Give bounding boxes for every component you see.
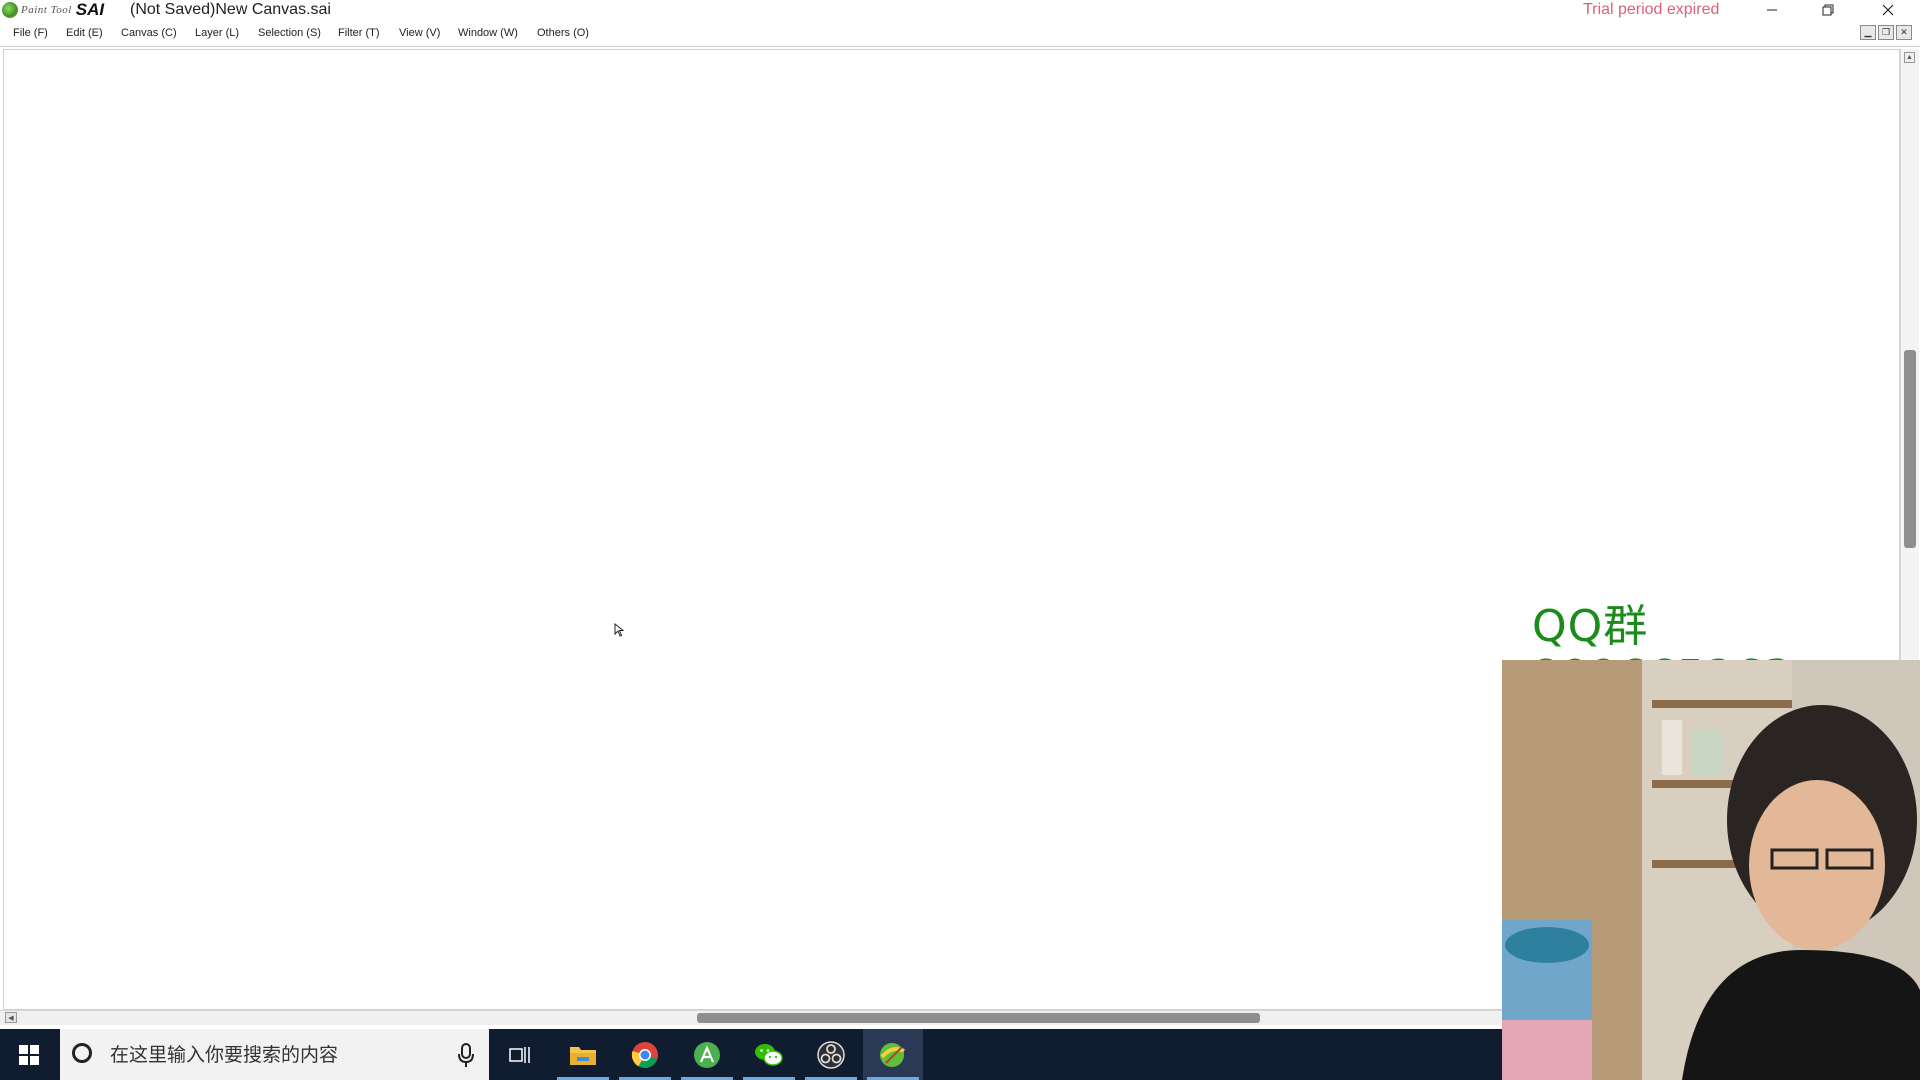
menu-others[interactable]: Others (O) <box>537 26 589 40</box>
mouse-cursor-icon <box>614 623 624 637</box>
windows-logo-icon <box>19 1044 39 1065</box>
taskbar-chrome[interactable] <box>615 1029 675 1080</box>
taskbar-file-explorer[interactable] <box>553 1029 613 1080</box>
close-icon <box>1882 4 1894 16</box>
taskbar-search-box[interactable]: 在这里输入你要搜索的内容 <box>60 1029 489 1080</box>
scroll-left-button[interactable]: ◀ <box>5 1012 17 1023</box>
menu-window[interactable]: Window (W) <box>458 26 518 40</box>
taskbar-app-store[interactable] <box>677 1029 737 1080</box>
search-placeholder: 在这里输入你要搜索的内容 <box>110 1044 339 1066</box>
wechat-icon <box>755 1043 783 1066</box>
cortana-icon <box>72 1043 92 1063</box>
vertical-scroll-thumb[interactable] <box>1904 349 1916 548</box>
menu-file[interactable]: File (F) <box>13 26 48 40</box>
logo-big-text: SAI <box>75 0 105 19</box>
minimize-icon <box>1767 9 1777 11</box>
taskbar: 在这里输入你要搜索的内容 <box>0 1029 1502 1080</box>
restore-icon <box>1822 4 1834 16</box>
obs-icon <box>817 1040 845 1069</box>
scroll-up-button[interactable]: ▲ <box>1904 52 1915 63</box>
app-logo: Paint Tool SAI <box>2 0 105 19</box>
logo-small-text: Paint Tool <box>21 4 72 16</box>
taskbar-wechat[interactable] <box>739 1029 799 1080</box>
arrow-up-icon: ▲ <box>1906 54 1913 61</box>
paint-tool-sai-icon <box>880 1042 905 1067</box>
horizontal-scroll-thumb[interactable] <box>697 1013 1261 1023</box>
menu-edit[interactable]: Edit (E) <box>66 26 103 40</box>
mdi-controls: ▁ ❐ ✕ <box>1860 25 1912 40</box>
mdi-close-icon: ✕ <box>1900 27 1908 37</box>
mdi-restore-button[interactable]: ❐ <box>1878 25 1894 40</box>
menu-filter[interactable]: Filter (T) <box>338 26 380 40</box>
webcam-image <box>1502 660 1920 1080</box>
task-view-icon <box>509 1046 530 1063</box>
trial-status-text: Trial period expired <box>1583 1 1720 18</box>
mdi-minimize-icon: ▁ <box>1864 27 1872 37</box>
menu-canvas[interactable]: Canvas (C) <box>121 26 177 40</box>
close-button[interactable] <box>1860 0 1916 20</box>
window-title: (Not Saved)New Canvas.sai <box>130 1 331 18</box>
chrome-icon <box>631 1041 658 1068</box>
task-view-button[interactable] <box>490 1029 550 1080</box>
menu-view[interactable]: View (V) <box>399 26 440 40</box>
menu-bar: File (F) Edit (E) Canvas (C) Layer (L) S… <box>0 22 1920 47</box>
app-store-icon <box>694 1041 720 1068</box>
restore-button[interactable] <box>1800 0 1856 20</box>
webcam-overlay <box>1502 660 1920 1080</box>
arrow-left-icon: ◀ <box>8 1014 14 1022</box>
taskbar-obs[interactable] <box>801 1029 861 1080</box>
mdi-close-button[interactable]: ✕ <box>1896 25 1912 40</box>
file-explorer-icon <box>570 1046 596 1065</box>
menu-layer[interactable]: Layer (L) <box>195 26 239 40</box>
microphone-icon[interactable] <box>456 1042 476 1068</box>
sai-logo-icon <box>2 2 18 18</box>
minimize-button[interactable] <box>1744 0 1800 20</box>
mdi-restore-icon: ❐ <box>1881 27 1891 37</box>
title-bar: Paint Tool SAI (Not Saved)New Canvas.sai… <box>0 0 1920 20</box>
start-button[interactable] <box>0 1029 58 1080</box>
menu-selection[interactable]: Selection (S) <box>258 26 321 40</box>
mdi-minimize-button[interactable]: ▁ <box>1860 25 1876 40</box>
taskbar-paint-tool-sai[interactable] <box>863 1029 923 1080</box>
